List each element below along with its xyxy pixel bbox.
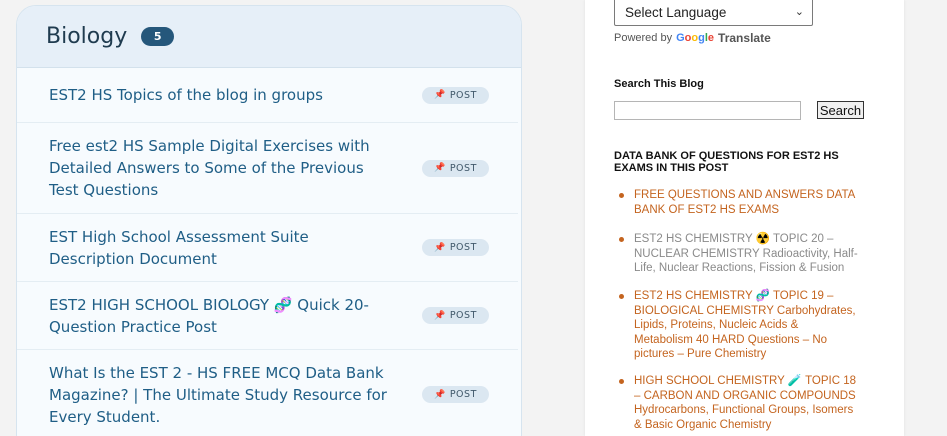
sidebar: Select Language ⌄ Powered by Google Tran… xyxy=(585,0,904,436)
post-type-badge: 📌 POST xyxy=(422,386,489,403)
data-bank-link[interactable]: EST2 HS CHEMISTRY ☢️ TOPIC 20 – NUCLEAR … xyxy=(634,233,858,274)
card-header: Biology 5 xyxy=(17,6,521,68)
post-link[interactable]: What Is the EST 2 - HS FREE MCQ Data Ban… xyxy=(17,362,397,428)
language-select-value: Select Language xyxy=(625,4,727,20)
list-item[interactable]: EST2 HIGH SCHOOL BIOLOGY 🧬 Quick 20-Ques… xyxy=(17,282,518,350)
post-link[interactable]: EST2 HIGH SCHOOL BIOLOGY 🧬 Quick 20-Ques… xyxy=(17,294,397,338)
google-letter: g xyxy=(698,32,705,44)
post-type-badge: 📌 POST xyxy=(422,159,489,177)
data-bank-link[interactable]: EST2 HS CHEMISTRY 🧬 TOPIC 19 – BIOLOGICA… xyxy=(634,290,856,360)
data-bank-link[interactable]: FREE QUESTIONS AND ANSWERS DATA BANK OF … xyxy=(634,189,855,216)
search-widget-title: Search This Blog xyxy=(614,78,704,90)
google-letter: e xyxy=(707,32,715,44)
language-select[interactable]: Select Language ⌄ xyxy=(614,0,813,26)
badge-label: POST xyxy=(449,389,477,400)
post-type-badge: 📌 POST xyxy=(422,307,489,324)
post-link[interactable]: EST2 HS Topics of the blog in groups xyxy=(17,84,397,106)
google-letter: G xyxy=(676,32,685,44)
chevron-down-icon: ⌄ xyxy=(794,6,804,18)
pin-icon: 📌 xyxy=(434,163,446,173)
list-item[interactable]: EST2 HS CHEMISTRY ☢️ TOPIC 20 – NUCLEAR … xyxy=(619,232,859,276)
post-count-badge: 5 xyxy=(141,27,175,46)
data-bank-title: DATA BANK OF QUESTIONS FOR EST2 HS EXAMS… xyxy=(614,150,839,174)
list-item[interactable]: EST2 HS CHEMISTRY 🧬 TOPIC 19 – BIOLOGICA… xyxy=(619,289,859,362)
pin-icon: 📌 xyxy=(434,389,446,400)
list-item[interactable]: EST High School Assessment Suite Descrip… xyxy=(17,214,518,282)
post-link[interactable]: EST High School Assessment Suite Descrip… xyxy=(17,226,397,270)
badge-label: POST xyxy=(449,242,477,253)
post-type-badge: 📌 POST xyxy=(422,86,489,104)
data-bank-link[interactable]: HIGH SCHOOL CHEMISTRY 🧪 TOPIC 18 – CARBO… xyxy=(634,375,856,431)
powered-by-google-translate: Powered by Google Translate xyxy=(614,31,771,45)
translate-link[interactable]: Translate xyxy=(718,31,771,45)
google-logo: Google xyxy=(676,32,714,44)
pin-icon: 📌 xyxy=(434,90,446,100)
post-link[interactable]: Free est2 HS Sample Digital Exercises wi… xyxy=(17,135,397,201)
post-type-badge: 📌 POST xyxy=(422,239,489,256)
list-item[interactable]: EST2 HS Topics of the blog in groups 📌 PO… xyxy=(17,68,518,123)
card-title: Biology xyxy=(46,24,128,49)
search-input[interactable] xyxy=(614,101,801,120)
list-item[interactable]: HIGH SCHOOL CHEMISTRY 🧪 TOPIC 18 – CARBO… xyxy=(619,374,859,432)
list-item[interactable]: FREE QUESTIONS AND ANSWERS DATA BANK OF … xyxy=(619,188,859,217)
badge-label: POST xyxy=(449,310,477,321)
badge-label: POST xyxy=(449,89,477,101)
biology-label-card: Biology 5 EST2 HS Topics of the blog in … xyxy=(16,5,522,436)
search-button[interactable]: Search xyxy=(817,101,864,119)
list-item[interactable]: What Is the EST 2 - HS FREE MCQ Data Ban… xyxy=(17,350,518,436)
pin-icon: 📌 xyxy=(434,310,446,321)
pin-icon: 📌 xyxy=(434,242,446,253)
powered-by-label: Powered by xyxy=(614,32,673,44)
list-item[interactable]: Free est2 HS Sample Digital Exercises wi… xyxy=(17,123,518,214)
badge-label: POST xyxy=(449,162,477,174)
